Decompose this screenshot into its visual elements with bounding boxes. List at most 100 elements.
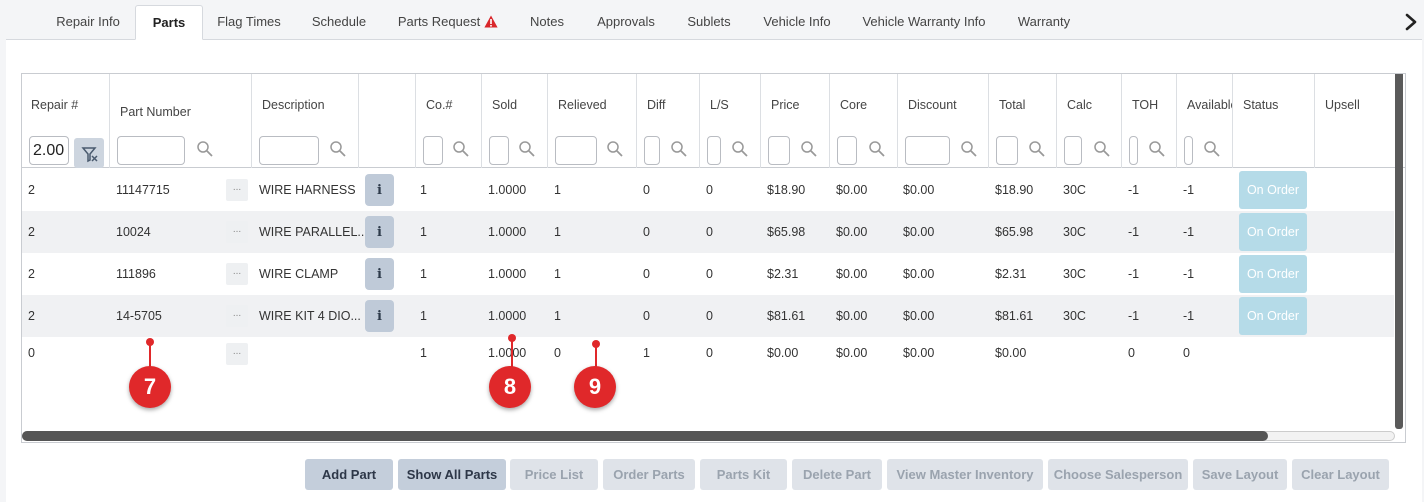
- tab-vehicle-warranty-info[interactable]: Vehicle Warranty Info: [854, 5, 994, 40]
- header-repair[interactable]: Repair #: [22, 74, 110, 168]
- relieved-filter-input[interactable]: [555, 136, 597, 165]
- core-cell: $0.00: [836, 225, 868, 239]
- show-all-parts-button[interactable]: Show All Parts: [398, 459, 506, 490]
- search-icon[interactable]: [670, 140, 688, 158]
- ls-filter-input[interactable]: [707, 136, 721, 165]
- header-price[interactable]: Price: [761, 74, 830, 168]
- horizontal-scrollbar-thumb[interactable]: [22, 431, 1268, 441]
- tab-label: Vehicle Info: [763, 14, 831, 29]
- description-filter-input[interactable]: [259, 136, 319, 165]
- search-icon[interactable]: [1028, 140, 1046, 158]
- ellipsis-button[interactable]: ...: [226, 179, 248, 201]
- status-badge[interactable]: On Order: [1239, 213, 1307, 251]
- header-discount[interactable]: Discount: [898, 74, 989, 168]
- repair-filter-input[interactable]: [29, 136, 69, 165]
- table-row[interactable]: 2 10024 ... WIRE PARALLEL... i 1 1.0000 …: [22, 211, 1394, 253]
- search-icon[interactable]: [329, 140, 347, 158]
- table-row[interactable]: 0 ... 1 1.0000 0 1 0 $0.00 $0.00 $0.00 $…: [22, 337, 1394, 369]
- repair-cell: 2: [28, 267, 35, 281]
- clear-layout-button[interactable]: Clear Layout: [1292, 459, 1389, 490]
- calc-filter-input[interactable]: [1064, 136, 1082, 165]
- discount-filter-input[interactable]: [905, 136, 950, 165]
- tab-flag-times[interactable]: Flag Times: [208, 5, 290, 40]
- header-sold[interactable]: Sold: [482, 74, 548, 168]
- header-part-number[interactable]: Part Number: [110, 74, 252, 168]
- header-co[interactable]: Co.#: [416, 74, 482, 168]
- header-toh[interactable]: TOH: [1122, 74, 1177, 168]
- search-icon[interactable]: [518, 140, 536, 158]
- tab-parts[interactable]: Parts: [135, 5, 203, 40]
- header-calc[interactable]: Calc: [1057, 74, 1122, 168]
- info-button[interactable]: i: [365, 258, 394, 290]
- sold-filter-input[interactable]: [489, 136, 509, 165]
- toh-filter-input[interactable]: [1129, 136, 1138, 165]
- info-button[interactable]: i: [365, 300, 394, 332]
- core-filter-input[interactable]: [837, 136, 857, 165]
- ellipsis-button[interactable]: ...: [226, 343, 248, 365]
- header-relieved[interactable]: Relieved: [548, 74, 637, 168]
- ellipsis-button[interactable]: ...: [226, 305, 248, 327]
- info-icon: i: [377, 182, 382, 198]
- header-status[interactable]: Status: [1233, 74, 1315, 168]
- search-icon[interactable]: [1093, 140, 1111, 158]
- co-filter-input[interactable]: [423, 136, 443, 165]
- diff-cell: 0: [643, 225, 650, 239]
- table-row[interactable]: 2 111896 ... WIRE CLAMP i 1 1.0000 1 0 0…: [22, 253, 1394, 295]
- tab-vehicle-info[interactable]: Vehicle Info: [754, 5, 840, 40]
- choose-salesperson-button[interactable]: Choose Salesperson: [1048, 459, 1188, 490]
- add-part-button[interactable]: Add Part: [305, 459, 393, 490]
- tab-repair-info[interactable]: Repair Info: [46, 5, 130, 40]
- ellipsis-button[interactable]: ...: [226, 221, 248, 243]
- price-list-button[interactable]: Price List: [510, 459, 598, 490]
- column-label: Repair #: [31, 98, 79, 112]
- clear-filter-button[interactable]: [74, 138, 104, 168]
- available-filter-input[interactable]: [1184, 136, 1193, 165]
- tab-sublets[interactable]: Sublets: [678, 5, 740, 40]
- view-master-inventory-button[interactable]: View Master Inventory: [887, 459, 1043, 490]
- search-icon[interactable]: [731, 140, 749, 158]
- order-parts-button[interactable]: Order Parts: [603, 459, 695, 490]
- part-number-filter-input[interactable]: [117, 136, 185, 165]
- header-diff[interactable]: Diff: [637, 74, 700, 168]
- tab-approvals[interactable]: Approvals: [588, 5, 664, 40]
- header-ls[interactable]: L/S: [700, 74, 761, 168]
- ellipsis-button[interactable]: ...: [226, 263, 248, 285]
- core-cell: $0.00: [836, 267, 868, 281]
- save-layout-button[interactable]: Save Layout: [1193, 459, 1287, 490]
- delete-part-button[interactable]: Delete Part: [792, 459, 882, 490]
- parts-kit-button[interactable]: Parts Kit: [700, 459, 787, 490]
- core-cell: $0.00: [836, 346, 868, 360]
- part-number-cell: 11147715: [116, 183, 170, 197]
- tab-label: Repair Info: [56, 14, 120, 29]
- tab-schedule[interactable]: Schedule: [302, 5, 376, 40]
- search-icon[interactable]: [606, 140, 624, 158]
- search-icon[interactable]: [800, 140, 818, 158]
- search-icon[interactable]: [960, 140, 978, 158]
- header-available[interactable]: Available: [1177, 74, 1233, 168]
- info-button[interactable]: i: [365, 216, 394, 248]
- chevron-right-icon[interactable]: [1402, 8, 1422, 36]
- vertical-scrollbar[interactable]: [1395, 74, 1403, 429]
- info-button[interactable]: i: [365, 174, 394, 206]
- header-core[interactable]: Core: [830, 74, 898, 168]
- status-badge[interactable]: On Order: [1239, 297, 1307, 335]
- search-icon[interactable]: [1203, 140, 1221, 158]
- total-filter-input[interactable]: [996, 136, 1018, 165]
- search-icon[interactable]: [1148, 140, 1166, 158]
- header-description[interactable]: Description: [252, 74, 359, 168]
- header-total[interactable]: Total: [989, 74, 1057, 168]
- search-icon[interactable]: [868, 140, 886, 158]
- sold-cell: 1.0000: [488, 267, 527, 281]
- diff-filter-input[interactable]: [644, 136, 660, 165]
- status-badge[interactable]: On Order: [1239, 171, 1307, 209]
- table-row[interactable]: 2 11147715 ... WIRE HARNESS i 1 1.0000 1…: [22, 169, 1394, 211]
- tab-warranty[interactable]: Warranty: [1008, 5, 1080, 40]
- tab-notes[interactable]: Notes: [520, 5, 574, 40]
- header-upsell[interactable]: Upsell: [1315, 74, 1395, 168]
- table-row[interactable]: 2 14-5705 ... WIRE KIT 4 DIO... i 1 1.00…: [22, 295, 1394, 337]
- search-icon[interactable]: [196, 140, 214, 158]
- status-badge[interactable]: On Order: [1239, 255, 1307, 293]
- price-filter-input[interactable]: [768, 136, 790, 165]
- tab-parts-request[interactable]: Parts Request: [390, 5, 506, 40]
- search-icon[interactable]: [452, 140, 470, 158]
